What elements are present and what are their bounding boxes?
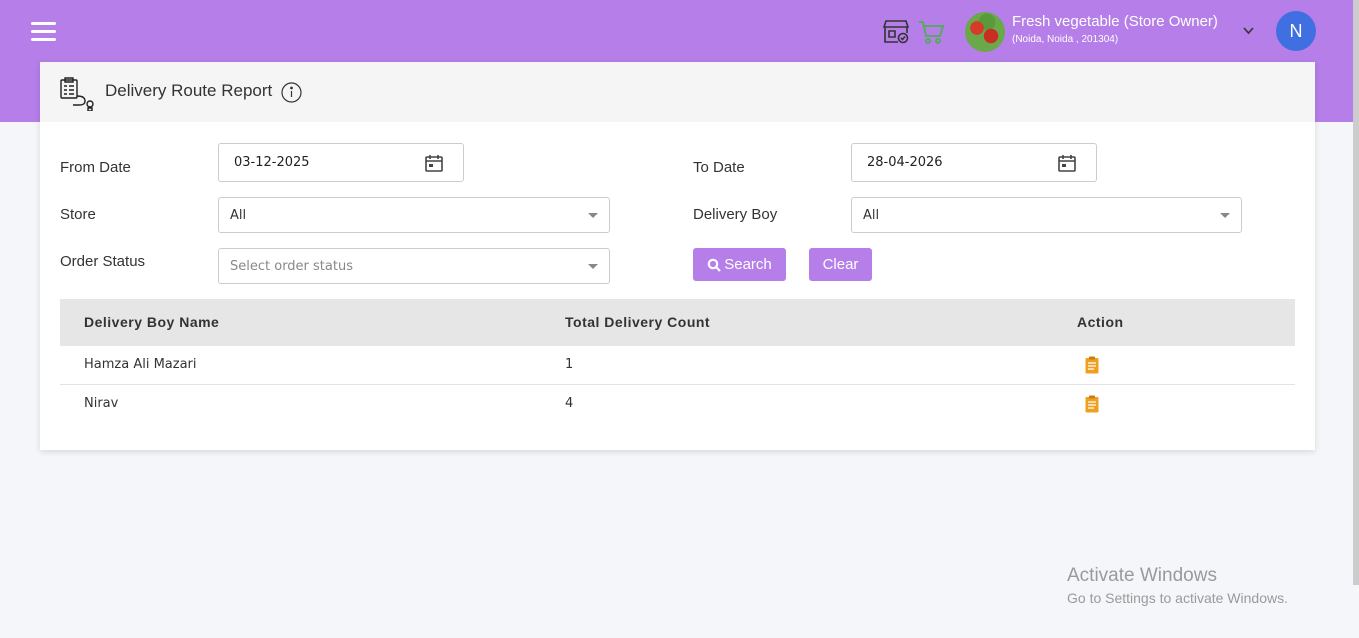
- cart-icon[interactable]: [918, 19, 944, 45]
- delivery-boy-label: Delivery Boy: [693, 206, 778, 223]
- windows-activation-title: Activate Windows: [1067, 565, 1217, 586]
- from-date-input[interactable]: 03-12-2025: [218, 143, 464, 182]
- table-row: Nirav 4: [60, 385, 1295, 424]
- dropdown-caret-icon: [588, 213, 598, 218]
- column-header-action: Action: [1077, 314, 1124, 330]
- dropdown-caret-icon: [1220, 213, 1230, 218]
- store-avatar[interactable]: [965, 12, 1005, 52]
- dropdown-caret-icon: [588, 264, 598, 269]
- order-status-placeholder: Select order status: [230, 259, 353, 274]
- chevron-down-icon[interactable]: [1242, 24, 1255, 37]
- from-date-value: 03-12-2025: [234, 155, 310, 170]
- order-status-label: Order Status: [60, 253, 146, 270]
- order-status-select[interactable]: Select order status: [218, 248, 610, 284]
- delivery-table: Delivery Boy Name Total Delivery Count A…: [60, 299, 1295, 424]
- table-header: Delivery Boy Name Total Delivery Count A…: [60, 299, 1295, 346]
- column-header-count: Total Delivery Count: [565, 314, 711, 330]
- delivery-boy-name: Hamza Ali Mazari: [84, 357, 197, 372]
- delivery-boy-name: Nirav: [84, 396, 119, 411]
- search-button-label: Search: [724, 256, 772, 273]
- column-header-name: Delivery Boy Name: [84, 314, 220, 330]
- page-scrollbar[interactable]: [1353, 0, 1359, 585]
- report-card: Delivery Route Report From Date 03-12-20…: [40, 62, 1315, 450]
- from-date-label: From Date: [60, 159, 131, 176]
- calendar-icon[interactable]: [424, 153, 444, 173]
- to-date-label: To Date: [693, 159, 745, 176]
- windows-activation-subtitle: Go to Settings to activate Windows.: [1067, 590, 1288, 606]
- page-title: Delivery Route Report: [105, 81, 273, 100]
- report-icon: [60, 77, 94, 111]
- store-icon[interactable]: [883, 19, 909, 44]
- info-icon[interactable]: [281, 82, 302, 103]
- report-action-icon[interactable]: [1085, 395, 1099, 413]
- search-icon: [707, 258, 722, 272]
- clear-button-label: Clear: [822, 256, 859, 273]
- user-avatar[interactable]: N: [1276, 11, 1316, 51]
- delivery-boy-select[interactable]: All: [851, 197, 1242, 233]
- store-select[interactable]: All: [218, 197, 610, 233]
- report-action-icon[interactable]: [1085, 356, 1099, 374]
- table-row: Hamza Ali Mazari 1: [60, 346, 1295, 385]
- delivery-count: 1: [565, 357, 574, 372]
- calendar-icon[interactable]: [1057, 153, 1077, 173]
- clear-button[interactable]: Clear: [809, 248, 872, 281]
- store-label: Store: [60, 206, 96, 223]
- store-name[interactable]: Fresh vegetable (Store Owner): [1012, 13, 1218, 30]
- store-select-value: All: [230, 208, 247, 223]
- menu-icon[interactable]: [31, 22, 56, 41]
- to-date-input[interactable]: 28-04-2026: [851, 143, 1097, 182]
- card-header: Delivery Route Report: [40, 62, 1315, 122]
- store-address: (Noida, Noida , 201304): [1012, 34, 1119, 45]
- delivery-count: 4: [565, 396, 574, 411]
- to-date-value: 28-04-2026: [867, 155, 943, 170]
- delivery-boy-select-value: All: [863, 208, 880, 223]
- search-button[interactable]: Search: [693, 248, 786, 281]
